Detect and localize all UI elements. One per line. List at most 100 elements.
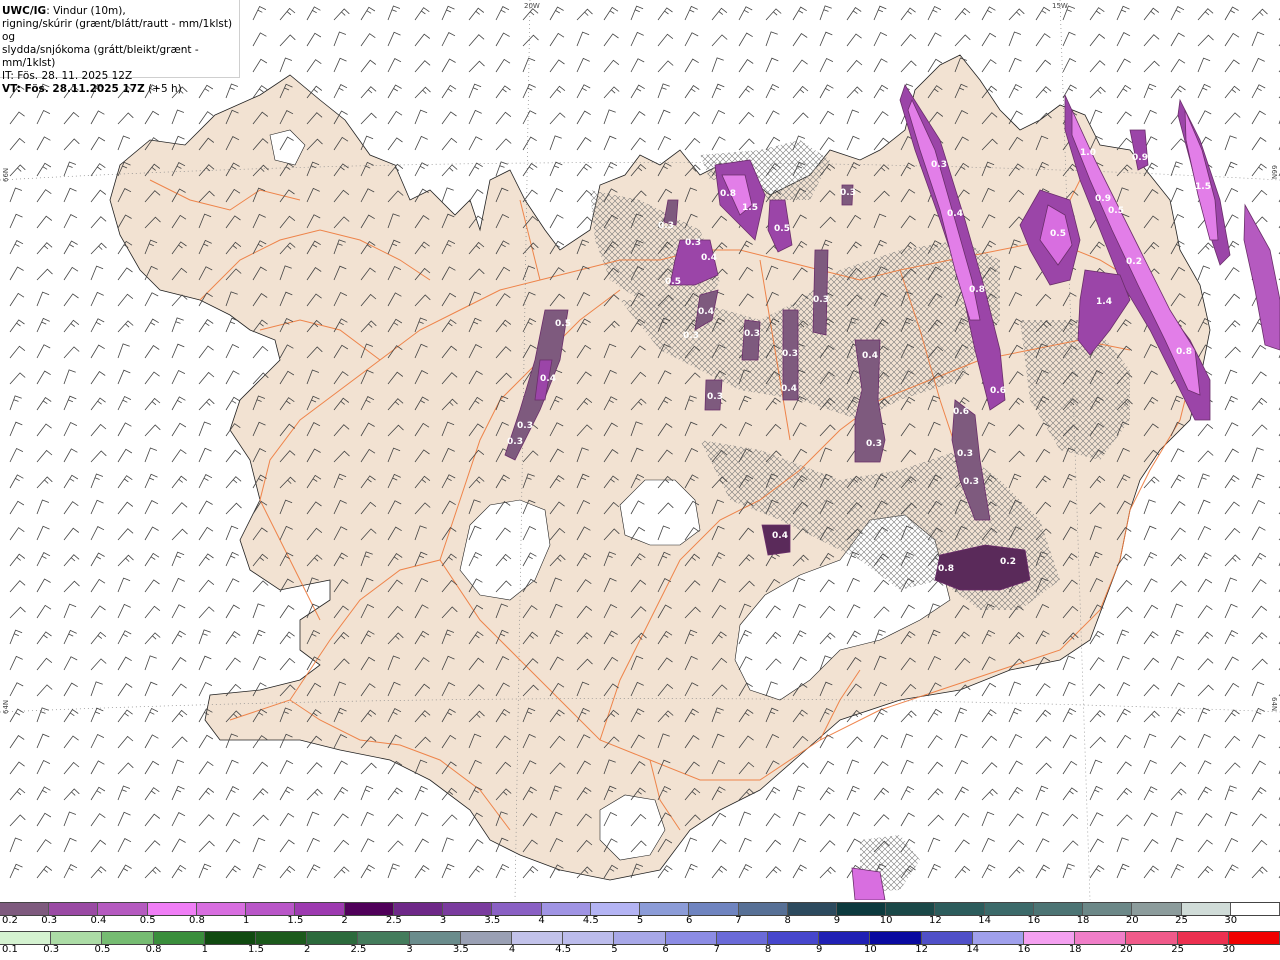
- legend-label: 25: [1171, 944, 1184, 955]
- wind-barb: [1008, 813, 1024, 827]
- wind-barb: [657, 33, 674, 47]
- wind-barb: [1251, 447, 1264, 463]
- wind-barb: [414, 135, 428, 151]
- snowfall-value-label: 0.8: [969, 285, 985, 295]
- wind-barb: [198, 840, 215, 853]
- wind-barb: [63, 603, 77, 619]
- wind-barb: [1224, 682, 1240, 697]
- wind-barb: [171, 657, 187, 671]
- wind-barb: [576, 216, 593, 229]
- wind-barb: [1170, 138, 1187, 151]
- wind-barb: [927, 863, 941, 879]
- wind-barb: [198, 863, 212, 879]
- legend-swatch: [492, 903, 542, 915]
- wind-barb: [522, 8, 539, 21]
- wind-barb: [279, 839, 295, 853]
- wind-barb: [90, 265, 104, 281]
- legend-swatch: [393, 903, 444, 915]
- wind-barb: [1224, 656, 1239, 671]
- wind-barb: [90, 499, 104, 515]
- wind-barb: [144, 292, 159, 307]
- wind-barb: [1035, 59, 1052, 73]
- wind-barb: [63, 527, 80, 541]
- wind-barb: [1116, 579, 1133, 593]
- wind-barb: [387, 5, 401, 21]
- wind-barb: [1224, 187, 1239, 203]
- wind-barb: [819, 84, 834, 99]
- wind-barb: [36, 865, 53, 879]
- lat-label-left-64n: 64N: [2, 700, 10, 714]
- snowfall-value-label: 0.3: [744, 329, 760, 339]
- wind-barb: [9, 447, 24, 463]
- wind-barb: [1116, 814, 1133, 827]
- wind-barb: [198, 398, 215, 411]
- legend-swatch: [409, 932, 461, 944]
- wind-barb: [846, 86, 863, 99]
- wind-barb: [900, 733, 914, 749]
- wind-barb: [36, 268, 53, 281]
- wind-barb: [117, 112, 134, 125]
- wind-barb: [117, 838, 132, 853]
- wind-barb: [711, 136, 726, 151]
- wind-barb: [549, 187, 564, 203]
- wind-barb: [9, 629, 23, 645]
- wind-barb: [36, 189, 52, 203]
- wind-barb: [63, 554, 80, 567]
- legend-label: 1: [242, 915, 250, 926]
- wind-barb: [171, 422, 187, 437]
- wind-barb: [90, 163, 106, 177]
- wind-barb: [63, 656, 78, 671]
- wind-barb: [1116, 5, 1130, 21]
- wind-barb: [441, 84, 457, 99]
- wind-barb: [1170, 863, 1185, 879]
- wind-barb: [252, 814, 269, 827]
- wind-barb: [36, 525, 50, 541]
- legend-swatch: [51, 932, 103, 944]
- wind-barb: [1170, 161, 1183, 177]
- wind-barb: [144, 840, 161, 853]
- wind-barb: [1197, 242, 1214, 255]
- wind-barb: [171, 630, 186, 645]
- wind-barb: [981, 682, 997, 697]
- wind-barb: [63, 111, 80, 125]
- wind-barb: [1143, 759, 1157, 775]
- wind-barb: [765, 57, 779, 73]
- wind-barb: [279, 786, 294, 801]
- wind-barb: [198, 787, 215, 801]
- wind-barb: [9, 292, 25, 307]
- model-name: UWC/IG: [2, 5, 47, 17]
- wind-barb: [387, 787, 403, 801]
- wind-barb: [117, 501, 134, 515]
- wind-barb: [117, 864, 132, 879]
- wind-barb: [198, 606, 215, 619]
- wind-barb: [1089, 865, 1105, 879]
- snowfall-value-label: 0.3: [840, 188, 856, 198]
- wind-barb: [225, 838, 241, 853]
- wind-barb: [441, 111, 457, 125]
- wind-barb: [387, 137, 403, 151]
- title-line1: : Vindur (10m),: [46, 5, 126, 17]
- wind-barb: [1035, 86, 1052, 99]
- wind-barb: [90, 578, 106, 593]
- legend-label: 0.8: [188, 915, 205, 926]
- wind-barb: [1170, 811, 1183, 827]
- wind-barb: [927, 708, 943, 723]
- wind-barb: [36, 733, 50, 749]
- wind-barb: [9, 863, 23, 879]
- wind-barb: [846, 759, 860, 775]
- wind-barb: [603, 135, 617, 151]
- wind-barb: [198, 761, 214, 775]
- wind-barb: [711, 57, 724, 73]
- wind-barb: [981, 32, 997, 47]
- legend-swatch: [716, 932, 769, 944]
- wind-barb: [90, 631, 107, 645]
- wind-barb: [819, 110, 835, 125]
- wind-barb: [549, 32, 565, 47]
- wind-barb: [1170, 580, 1187, 593]
- wind-barb: [306, 811, 320, 827]
- wind-barb: [63, 788, 80, 801]
- wind-barb: [252, 788, 269, 801]
- snowfall-value-label: 0.2: [1000, 557, 1016, 567]
- wind-barb: [117, 630, 132, 645]
- legend-label: 18: [1068, 944, 1082, 955]
